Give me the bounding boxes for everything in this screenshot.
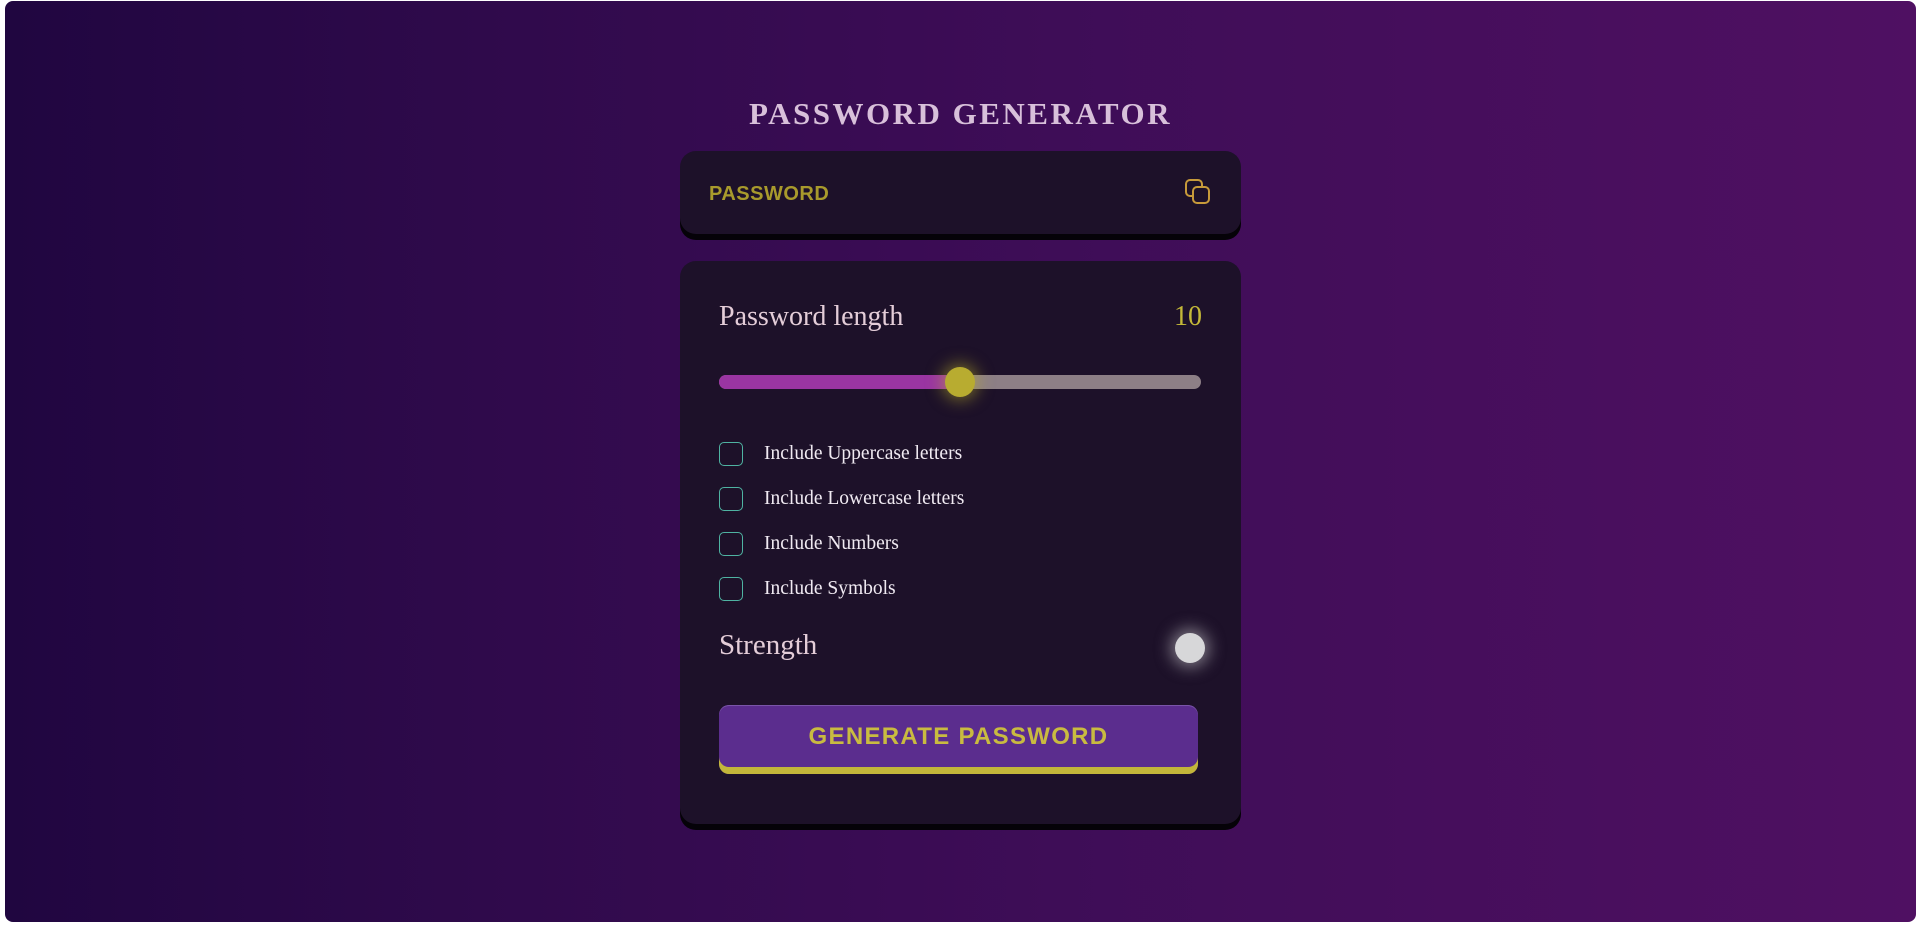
copy-button[interactable]	[1182, 176, 1214, 208]
option-lowercase[interactable]: Include Lowercase letters	[719, 487, 1169, 513]
strength-label: Strength	[719, 629, 818, 661]
page-title: PASSWORD GENERATOR	[748, 96, 1173, 131]
option-uppercase[interactable]: Include Uppercase letters	[719, 442, 1169, 468]
generate-password-button[interactable]: GENERATE PASSWORD	[719, 705, 1198, 774]
lowercase-checkbox[interactable]	[719, 487, 743, 511]
password-display-input[interactable]	[709, 181, 1129, 207]
uppercase-label: Include Uppercase letters	[764, 443, 963, 464]
generate-password-label: GENERATE PASSWORD	[808, 722, 1109, 750]
length-slider-thumb[interactable]	[945, 367, 975, 397]
password-length-value: 10	[1174, 301, 1202, 332]
password-length-label: Password length	[719, 301, 904, 332]
numbers-checkbox[interactable]	[719, 532, 743, 556]
length-slider[interactable]	[719, 367, 1201, 397]
numbers-label: Include Numbers	[764, 533, 899, 554]
symbols-label: Include Symbols	[764, 578, 896, 599]
copy-icon	[1185, 179, 1210, 204]
length-slider-fill	[719, 375, 960, 389]
symbols-checkbox[interactable]	[719, 577, 743, 601]
uppercase-checkbox[interactable]	[719, 442, 743, 466]
lowercase-label: Include Lowercase letters	[764, 488, 965, 509]
option-symbols[interactable]: Include Symbols	[719, 577, 1169, 603]
settings-card: Password length 10 Include Uppercase let…	[680, 261, 1241, 824]
option-numbers[interactable]: Include Numbers	[719, 532, 1169, 558]
app-window: PASSWORD GENERATOR Password length 10 In…	[5, 1, 1916, 922]
password-display-card	[680, 151, 1241, 234]
strength-indicator	[1175, 633, 1205, 663]
